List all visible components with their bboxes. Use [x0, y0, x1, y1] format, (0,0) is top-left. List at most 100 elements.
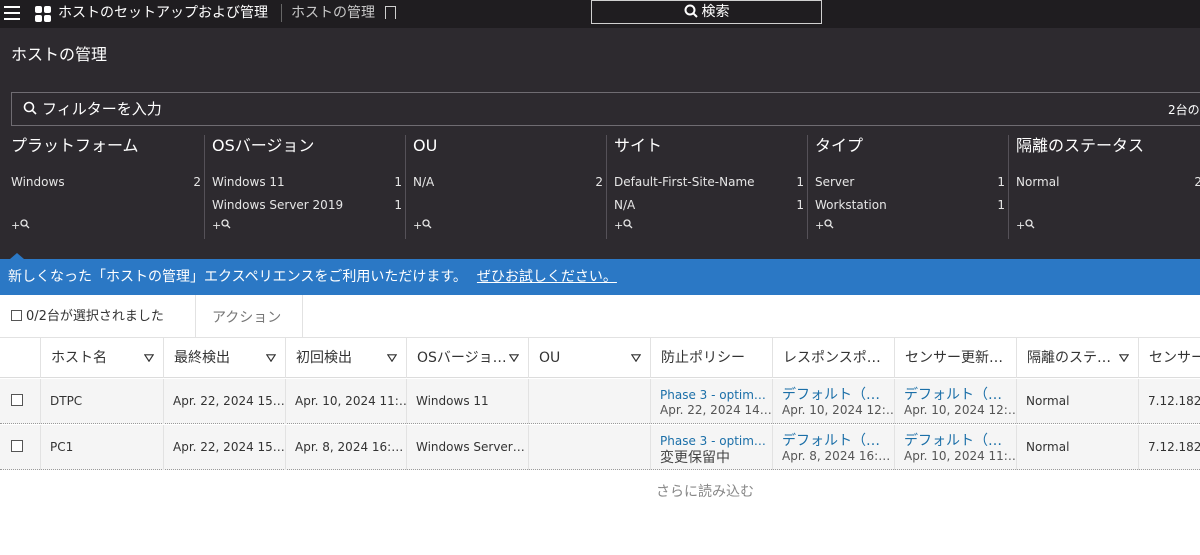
facet-item[interactable]: Default-First-Site-Name 1	[614, 174, 804, 190]
facet-item[interactable]: Windows 11 1	[212, 174, 402, 190]
column-sensor-update-policy[interactable]: センサー更新…	[894, 338, 1016, 378]
page-title: ホストの管理	[291, 5, 375, 21]
sort-down-icon[interactable]	[1119, 354, 1129, 362]
facet-os-version: OSバージョン Windows 11 1 Windows Server 2019 1…	[204, 135, 411, 239]
cell-hostname[interactable]: DTPC	[40, 379, 163, 424]
facet-title: サイト	[614, 136, 663, 155]
bookmark-icon[interactable]	[385, 6, 396, 19]
column-ou[interactable]: OU	[528, 338, 650, 378]
load-more-button[interactable]: さらに読み込む	[656, 481, 754, 501]
policy-link[interactable]: デフォルト（…	[782, 430, 880, 450]
column-first-seen[interactable]: 初回検出	[285, 338, 406, 378]
facet-site: サイト Default-First-Site-Name 1 N/A 1 +	[606, 135, 813, 239]
facet-item[interactable]: Normal 2	[1016, 174, 1200, 190]
sort-down-icon[interactable]	[631, 354, 641, 362]
cell-last-seen: Apr. 22, 2024 15…	[163, 379, 285, 424]
table-header: ホスト名 最終検出 初回検出 OSバージョ… OU 防止ポリシー レスポンスポ……	[0, 338, 1200, 378]
facet-add-search[interactable]: +	[11, 219, 30, 232]
filter-placeholder: フィルターを入力	[42, 100, 162, 118]
column-prevention-policy[interactable]: 防止ポリシー	[650, 338, 772, 378]
facet-platform: プラットフォーム Windows 2 +	[11, 135, 210, 239]
search-icon	[623, 219, 633, 229]
column-os-version[interactable]: OSバージョ…	[406, 338, 528, 378]
policy-link[interactable]: Phase 3 - optim…	[660, 388, 766, 402]
table-row[interactable]: PC1 Apr. 22, 2024 15… Apr. 8, 2024 16:… …	[0, 425, 1200, 470]
cell-sensor-update-policy: デフォルト（… Apr. 10, 2024 11:…	[894, 425, 1016, 470]
search-icon	[824, 219, 834, 229]
cell-ou	[528, 379, 650, 424]
policy-date: Apr. 10, 2024 12:…	[904, 403, 1016, 417]
facet-title: 隔離のステータス	[1016, 136, 1145, 155]
facet-add-search[interactable]: +	[413, 219, 432, 232]
cell-hostname[interactable]: PC1	[40, 425, 163, 470]
sort-down-icon[interactable]	[266, 354, 276, 362]
app-title[interactable]: ホストのセットアップおよび管理	[58, 3, 268, 23]
sort-down-icon[interactable]	[387, 354, 397, 362]
policy-date: Apr. 22, 2024 14…	[660, 403, 772, 417]
table-toolbar: 0/2台が選択されました アクション	[0, 295, 1200, 338]
cell-os-version: Windows Server…	[406, 425, 528, 470]
cell-sensor-version: 7.12.1820	[1138, 425, 1200, 470]
policy-pending: 変更保留中	[660, 450, 730, 466]
row-checkbox[interactable]	[11, 440, 23, 452]
sort-down-icon[interactable]	[509, 354, 519, 362]
menu-icon[interactable]	[4, 6, 20, 20]
cell-last-seen: Apr. 22, 2024 15…	[163, 425, 285, 470]
column-containment-status[interactable]: 隔離のステ…	[1016, 338, 1138, 378]
host-management-panel: ホストの管理 フィルターを入力 2台の プラットフォーム Windows 2 + …	[0, 28, 1200, 259]
cell-sensor-update-policy: デフォルト（… Apr. 10, 2024 12:…	[894, 379, 1016, 424]
cell-sensor-version: 7.12.1820	[1138, 379, 1200, 424]
facet-item[interactable]: N/A 1	[614, 197, 804, 213]
cell-containment-status: Normal	[1016, 379, 1138, 424]
sort-down-icon[interactable]	[144, 354, 154, 362]
search-label: 検索	[701, 4, 730, 20]
policy-date: Apr. 10, 2024 12:…	[782, 403, 894, 417]
policy-link[interactable]: デフォルト（…	[782, 384, 880, 404]
policy-link[interactable]: デフォルト（…	[904, 384, 1002, 404]
column-response-policy[interactable]: レスポンスポ…	[772, 338, 894, 378]
facet-add-search[interactable]: +	[212, 219, 231, 232]
facet-item[interactable]: N/A 2	[413, 174, 603, 190]
banner-try-link[interactable]: ぜひお試しください。	[477, 269, 617, 285]
facet-item[interactable]: Workstation 1	[815, 197, 1005, 213]
row-checkbox[interactable]	[11, 394, 23, 406]
cell-ou	[528, 425, 650, 470]
search-button[interactable]: 検索	[591, 0, 822, 24]
selection-count: 0/2台が選択されました	[26, 309, 164, 324]
search-icon	[23, 101, 37, 115]
checkbox-icon	[11, 310, 22, 321]
facet-ou: OU N/A 2 +	[405, 135, 612, 239]
search-icon	[20, 219, 30, 229]
cell-response-policy: デフォルト（… Apr. 10, 2024 12:…	[772, 379, 894, 424]
facet-title: OU	[413, 136, 438, 155]
filter-input[interactable]: フィルターを入力 2台の	[11, 92, 1200, 126]
cell-first-seen: Apr. 10, 2024 11:…	[285, 379, 406, 424]
search-icon	[1025, 219, 1035, 229]
cell-os-version: Windows 11	[406, 379, 528, 424]
column-hostname[interactable]: ホスト名	[40, 338, 163, 378]
actions-button[interactable]: アクション	[212, 307, 281, 327]
select-all-checkbox[interactable]: 0/2台が選択されました	[11, 305, 164, 324]
policy-link[interactable]: Phase 3 - optim…	[660, 434, 766, 448]
facet-add-search[interactable]: +	[815, 219, 834, 232]
policy-date: Apr. 10, 2024 11:…	[904, 449, 1016, 463]
column-last-seen[interactable]: 最終検出	[163, 338, 285, 378]
column-sensor-version[interactable]: センサー	[1138, 338, 1200, 378]
facet-item[interactable]: Windows 2	[11, 174, 201, 190]
cell-response-policy: デフォルト（… Apr. 8, 2024 16:…	[772, 425, 894, 470]
facet-add-search[interactable]: +	[614, 219, 633, 232]
facet-add-search[interactable]: +	[1016, 219, 1035, 232]
facet-item[interactable]: Server 1	[815, 174, 1005, 190]
facet-title: プラットフォーム	[11, 136, 139, 155]
facet-type: タイプ Server 1 Workstation 1 +	[807, 135, 1014, 239]
table-row[interactable]: DTPC Apr. 22, 2024 15… Apr. 10, 2024 11:…	[0, 379, 1200, 424]
facet-item[interactable]: Windows Server 2019 1	[212, 197, 402, 213]
new-experience-banner: 新しくなった「ホストの管理」エクスペリエンスをご利用いただけます。 ぜひお試しくだ…	[0, 253, 1200, 295]
cell-prevention-policy: Phase 3 - optim… Apr. 22, 2024 14…	[650, 379, 772, 424]
policy-link[interactable]: デフォルト（…	[904, 430, 1002, 450]
app-logo-icon	[35, 6, 51, 22]
divider	[281, 4, 282, 22]
top-bar: ホストのセットアップおよび管理 ホストの管理 検索	[0, 0, 1200, 28]
cell-prevention-policy: Phase 3 - optim… 変更保留中	[650, 425, 772, 470]
search-icon	[422, 219, 432, 229]
